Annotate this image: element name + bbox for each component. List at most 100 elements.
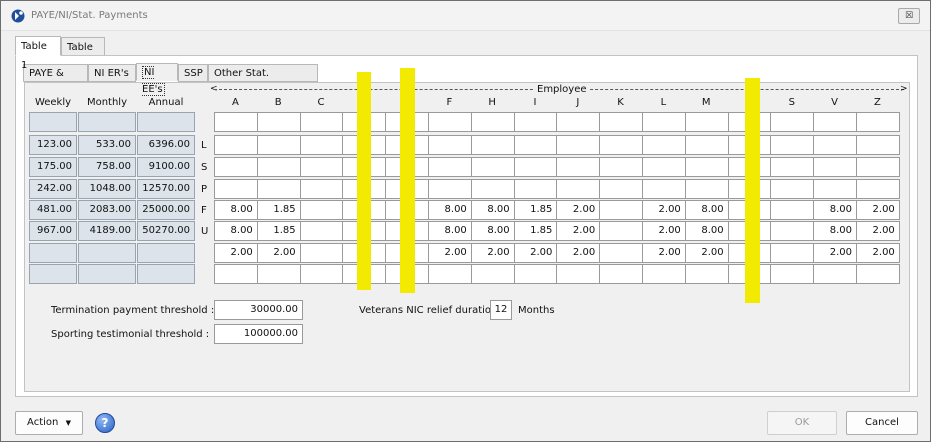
employee-rate-cell[interactable]	[556, 112, 601, 132]
threshold-cell[interactable]: 25000.00	[137, 200, 195, 220]
employee-rate-cell[interactable]: 2.00	[684, 243, 729, 263]
employee-rate-cell[interactable]	[513, 135, 558, 155]
employee-rate-cell[interactable]	[470, 264, 515, 284]
employee-rate-cell[interactable]: 8.00	[470, 200, 515, 220]
employee-rate-cell[interactable]: 2.00	[428, 243, 472, 263]
veterans-relief-input[interactable]: 12	[490, 300, 512, 320]
help-icon[interactable]: ?	[95, 413, 115, 433]
employee-rate-cell[interactable]	[684, 264, 729, 284]
employee-rate-cell[interactable]	[642, 157, 686, 177]
employee-rate-cell[interactable]: 2.00	[214, 243, 258, 263]
employee-rate-cell[interactable]	[299, 179, 344, 199]
employee-rate-cell[interactable]: 2.00	[256, 243, 301, 263]
employee-rate-cell[interactable]	[813, 179, 857, 199]
employee-rate-cell[interactable]	[856, 264, 900, 284]
employee-rate-cell[interactable]	[642, 135, 686, 155]
employee-rate-cell[interactable]	[214, 135, 258, 155]
employee-rate-cell[interactable]: 2.00	[513, 243, 558, 263]
employee-rate-cell[interactable]	[428, 157, 472, 177]
employee-rate-cell[interactable]	[470, 179, 515, 199]
employee-rate-cell[interactable]	[599, 135, 643, 155]
employee-rate-cell[interactable]	[256, 112, 301, 132]
employee-rate-cell[interactable]	[599, 264, 643, 284]
employee-rate-cell[interactable]: 1.85	[256, 200, 301, 220]
employee-rate-cell[interactable]	[684, 112, 729, 132]
employee-rate-cell[interactable]	[856, 179, 900, 199]
employee-rate-cell[interactable]: 2.00	[642, 221, 686, 241]
employee-rate-cell[interactable]: 2.00	[642, 200, 686, 220]
employee-rate-cell[interactable]	[428, 112, 472, 132]
employee-rate-cell[interactable]	[599, 157, 643, 177]
threshold-cell[interactable]	[29, 264, 77, 284]
employee-rate-cell[interactable]	[214, 264, 258, 284]
threshold-cell[interactable]: 12570.00	[137, 179, 195, 199]
ok-button[interactable]: OK	[767, 411, 837, 435]
threshold-cell[interactable]: 1048.00	[78, 179, 136, 199]
employee-rate-cell[interactable]	[684, 157, 729, 177]
employee-rate-cell[interactable]: 2.00	[642, 243, 686, 263]
employee-rate-cell[interactable]	[856, 135, 900, 155]
employee-rate-cell[interactable]: 1.85	[256, 221, 301, 241]
employee-rate-cell[interactable]	[470, 135, 515, 155]
employee-rate-cell[interactable]	[214, 157, 258, 177]
action-button[interactable]: Action ▼	[15, 411, 83, 435]
threshold-cell[interactable]: 123.00	[29, 135, 77, 155]
employee-rate-cell[interactable]	[428, 264, 472, 284]
threshold-cell[interactable]: 175.00	[29, 157, 77, 177]
employee-rate-cell[interactable]	[299, 157, 344, 177]
employee-rate-cell[interactable]	[256, 264, 301, 284]
threshold-cell[interactable]	[78, 264, 136, 284]
employee-rate-cell[interactable]	[599, 112, 643, 132]
employee-rate-cell[interactable]	[299, 243, 344, 263]
employee-rate-cell[interactable]	[770, 264, 815, 284]
employee-rate-cell[interactable]	[599, 179, 643, 199]
employee-rate-cell[interactable]: 2.00	[556, 200, 601, 220]
employee-rate-cell[interactable]: 2.00	[856, 243, 900, 263]
subtab-ni-ees[interactable]: NI EE's	[136, 63, 178, 96]
employee-rate-cell[interactable]	[299, 200, 344, 220]
employee-rate-cell[interactable]	[299, 135, 344, 155]
threshold-cell[interactable]: 758.00	[78, 157, 136, 177]
employee-rate-cell[interactable]	[256, 135, 301, 155]
employee-rate-cell[interactable]	[513, 112, 558, 132]
threshold-cell[interactable]	[137, 264, 195, 284]
employee-rate-cell[interactable]	[599, 243, 643, 263]
close-button[interactable]: ☒	[898, 8, 920, 24]
threshold-cell[interactable]	[78, 243, 136, 263]
employee-rate-cell[interactable]	[599, 221, 643, 241]
employee-rate-cell[interactable]: 8.00	[470, 221, 515, 241]
employee-rate-cell[interactable]	[770, 200, 815, 220]
threshold-cell[interactable]: 6396.00	[137, 135, 195, 155]
employee-rate-cell[interactable]	[856, 112, 900, 132]
termination-threshold-input[interactable]: 30000.00	[214, 300, 303, 320]
employee-rate-cell[interactable]	[770, 243, 815, 263]
employee-rate-cell[interactable]	[556, 135, 601, 155]
employee-rate-cell[interactable]: 2.00	[813, 243, 857, 263]
employee-rate-cell[interactable]	[513, 264, 558, 284]
threshold-cell[interactable]: 50270.00	[137, 221, 195, 241]
employee-rate-cell[interactable]	[684, 135, 729, 155]
employee-rate-cell[interactable]: 1.85	[513, 200, 558, 220]
employee-rate-cell[interactable]	[470, 112, 515, 132]
employee-rate-cell[interactable]: 2.00	[556, 221, 601, 241]
employee-rate-cell[interactable]	[770, 157, 815, 177]
employee-rate-cell[interactable]: 8.00	[813, 200, 857, 220]
employee-rate-cell[interactable]	[513, 157, 558, 177]
threshold-cell[interactable]: 533.00	[78, 135, 136, 155]
subtab-other-stat-payments[interactable]: Other Stat. Payments	[208, 64, 318, 96]
subtab-ssp[interactable]: SSP	[178, 64, 208, 82]
employee-rate-cell[interactable]: 8.00	[684, 221, 729, 241]
employee-rate-cell[interactable]	[770, 179, 815, 199]
employee-rate-cell[interactable]: 2.00	[856, 221, 900, 241]
employee-rate-cell[interactable]	[428, 135, 472, 155]
threshold-cell[interactable]	[137, 112, 195, 132]
employee-rate-cell[interactable]	[813, 264, 857, 284]
employee-rate-cell[interactable]: 2.00	[856, 200, 900, 220]
employee-rate-cell[interactable]	[599, 200, 643, 220]
subtab-paye-misc[interactable]: PAYE & Misc.	[23, 64, 88, 96]
employee-rate-cell[interactable]: 8.00	[684, 200, 729, 220]
employee-rate-cell[interactable]	[770, 221, 815, 241]
employee-rate-cell[interactable]	[684, 179, 729, 199]
employee-rate-cell[interactable]	[770, 112, 815, 132]
tab-table-1[interactable]: Table 1	[15, 36, 61, 71]
